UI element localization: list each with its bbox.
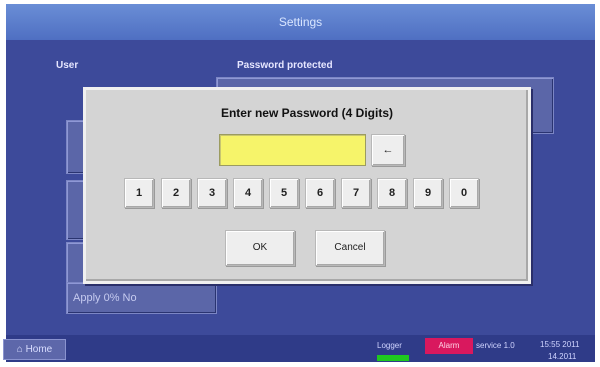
apply-button[interactable]: Apply 0% No bbox=[66, 282, 217, 314]
digit-key-3[interactable]: 3 bbox=[197, 178, 227, 208]
user-label: User bbox=[56, 60, 79, 71]
title-bar: Settings bbox=[6, 4, 595, 40]
digit-key-9[interactable]: 9 bbox=[413, 178, 443, 208]
digit-key-7[interactable]: 7 bbox=[341, 178, 371, 208]
digit-key-6[interactable]: 6 bbox=[305, 178, 335, 208]
home-button[interactable]: ⌂ Home bbox=[3, 339, 66, 360]
digit-key-8[interactable]: 8 bbox=[377, 178, 407, 208]
cancel-button[interactable]: Cancel bbox=[315, 230, 385, 266]
alarm-status-label: Alarm bbox=[438, 341, 460, 350]
password-input[interactable] bbox=[219, 134, 366, 166]
service-status: service 1.0 bbox=[476, 341, 515, 350]
logger-status: Logger bbox=[377, 341, 402, 350]
home-button-label: ⌂ Home bbox=[16, 344, 53, 355]
logger-indicator bbox=[377, 355, 409, 361]
digit-key-4[interactable]: 4 bbox=[233, 178, 263, 208]
backspace-button[interactable]: ← bbox=[371, 134, 405, 166]
digit-key-0[interactable]: 0 bbox=[449, 178, 479, 208]
digit-key-2[interactable]: 2 bbox=[161, 178, 191, 208]
digit-key-1[interactable]: 1 bbox=[124, 178, 154, 208]
apply-button-label: Apply 0% No bbox=[73, 292, 137, 304]
time-display: 15:55 2011 bbox=[540, 340, 580, 349]
date-display: 14.2011 bbox=[548, 352, 577, 361]
dialog-title: Enter new Password (4 Digits) bbox=[220, 106, 394, 120]
password-dialog: Enter new Password (4 Digits) ← 1 2 3 4 … bbox=[83, 87, 531, 284]
title-text: Settings bbox=[278, 15, 323, 29]
ok-button[interactable]: OK bbox=[225, 230, 295, 266]
password-protected-label: Password protected bbox=[237, 60, 333, 71]
digit-key-5[interactable]: 5 bbox=[269, 178, 299, 208]
alarm-status: Alarm bbox=[425, 338, 473, 354]
